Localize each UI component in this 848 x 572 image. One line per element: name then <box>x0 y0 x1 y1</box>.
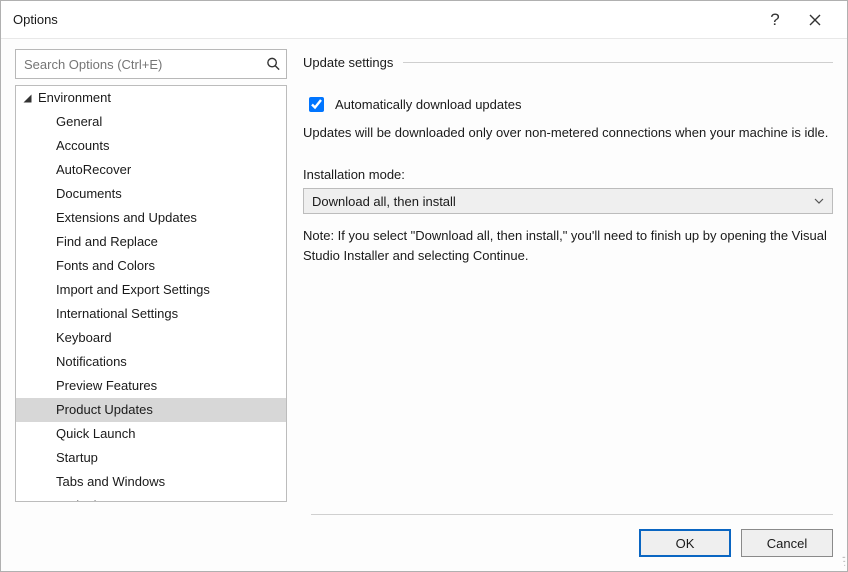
cancel-button-label: Cancel <box>767 536 807 551</box>
tree-node-label: General <box>56 112 102 132</box>
collapse-icon[interactable] <box>22 94 32 103</box>
tree-node-preview-features[interactable]: Preview Features <box>16 374 286 398</box>
titlebar: Options ? <box>1 1 847 39</box>
resize-grip[interactable]: ∙∙∙ ∙∙ ∙ <box>842 556 844 568</box>
tree-node-label: Fonts and Colors <box>56 256 155 276</box>
tree-node-startup[interactable]: Startup <box>16 446 286 470</box>
auto-download-label: Automatically download updates <box>335 97 521 112</box>
tree-node-keyboard[interactable]: Keyboard <box>16 326 286 350</box>
ok-button-label: OK <box>676 536 695 551</box>
tree-node-label: Documents <box>56 184 122 204</box>
tree-node-label: Task List <box>56 496 107 501</box>
tree-node-extensions-and-updates[interactable]: Extensions and Updates <box>16 206 286 230</box>
auto-download-row[interactable]: Automatically download updates <box>303 94 833 115</box>
ok-button[interactable]: OK <box>639 529 731 557</box>
tree-node-label: Preview Features <box>56 376 157 396</box>
tree-node-label: Tabs and Windows <box>56 472 165 492</box>
tree-node-task-list[interactable]: Task List <box>16 494 286 501</box>
tree-children: General Accounts AutoRecover Documents Exten… <box>16 110 286 501</box>
section-heading-label: Update settings <box>303 55 393 70</box>
right-panel: Update settings Automatically download u… <box>303 49 833 502</box>
search-icon[interactable] <box>266 57 281 72</box>
tree-node-fonts-and-colors[interactable]: Fonts and Colors <box>16 254 286 278</box>
tree-node-find-and-replace[interactable]: Find and Replace <box>16 230 286 254</box>
tree-node-quick-launch[interactable]: Quick Launch <box>16 422 286 446</box>
install-mode-value: Download all, then install <box>312 194 456 209</box>
dialog-body: Environment General Accounts AutoRecover Do… <box>1 39 847 502</box>
tree-node-label: Quick Launch <box>56 424 136 444</box>
install-mode-note: Note: If you select "Download all, then … <box>303 226 833 266</box>
options-dialog: Options ? Environment <box>0 0 848 572</box>
tree-node-product-updates[interactable]: Product Updates <box>16 398 286 422</box>
tree-node-label: Find and Replace <box>56 232 158 252</box>
install-mode-select[interactable]: Download all, then install <box>303 188 833 214</box>
tree-node-tabs-and-windows[interactable]: Tabs and Windows <box>16 470 286 494</box>
tree-node-label: Notifications <box>56 352 127 372</box>
tree-node-environment[interactable]: Environment <box>16 86 286 110</box>
window-title: Options <box>13 12 755 27</box>
section-divider <box>403 62 833 63</box>
cancel-button[interactable]: Cancel <box>741 529 833 557</box>
tree-node-documents[interactable]: Documents <box>16 182 286 206</box>
tree-node-label: Import and Export Settings <box>56 280 210 300</box>
dialog-buttons: OK Cancel <box>1 515 847 571</box>
auto-download-checkbox[interactable] <box>309 97 324 112</box>
tree-node-label: Product Updates <box>56 400 153 420</box>
tree-node-label: Accounts <box>56 136 109 156</box>
tree-node-notifications[interactable]: Notifications <box>16 350 286 374</box>
tree-node-label: Environment <box>38 88 111 108</box>
category-tree: Environment General Accounts AutoRecover Do… <box>15 85 287 502</box>
tree-node-label: Extensions and Updates <box>56 208 197 228</box>
left-panel: Environment General Accounts AutoRecover Do… <box>15 49 287 502</box>
section-heading: Update settings <box>303 55 833 70</box>
install-mode-label: Installation mode: <box>303 167 833 182</box>
tree-node-general[interactable]: General <box>16 110 286 134</box>
search-input[interactable] <box>15 49 287 79</box>
close-button[interactable] <box>795 1 835 39</box>
tree-node-label: Keyboard <box>56 328 112 348</box>
tree-node-international-settings[interactable]: International Settings <box>16 302 286 326</box>
tree-node-label: International Settings <box>56 304 178 324</box>
tree-scroll[interactable]: Environment General Accounts AutoRecover Do… <box>16 86 286 501</box>
tree-node-import-and-export-settings[interactable]: Import and Export Settings <box>16 278 286 302</box>
tree-node-autorecover[interactable]: AutoRecover <box>16 158 286 182</box>
help-button[interactable]: ? <box>755 1 795 39</box>
chevron-down-icon <box>814 196 824 206</box>
tree-node-accounts[interactable]: Accounts <box>16 134 286 158</box>
close-icon <box>809 14 821 26</box>
tree-node-label: Startup <box>56 448 98 468</box>
search-wrap <box>15 49 287 79</box>
tree-node-label: AutoRecover <box>56 160 131 180</box>
auto-download-description: Updates will be downloaded only over non… <box>303 123 833 143</box>
